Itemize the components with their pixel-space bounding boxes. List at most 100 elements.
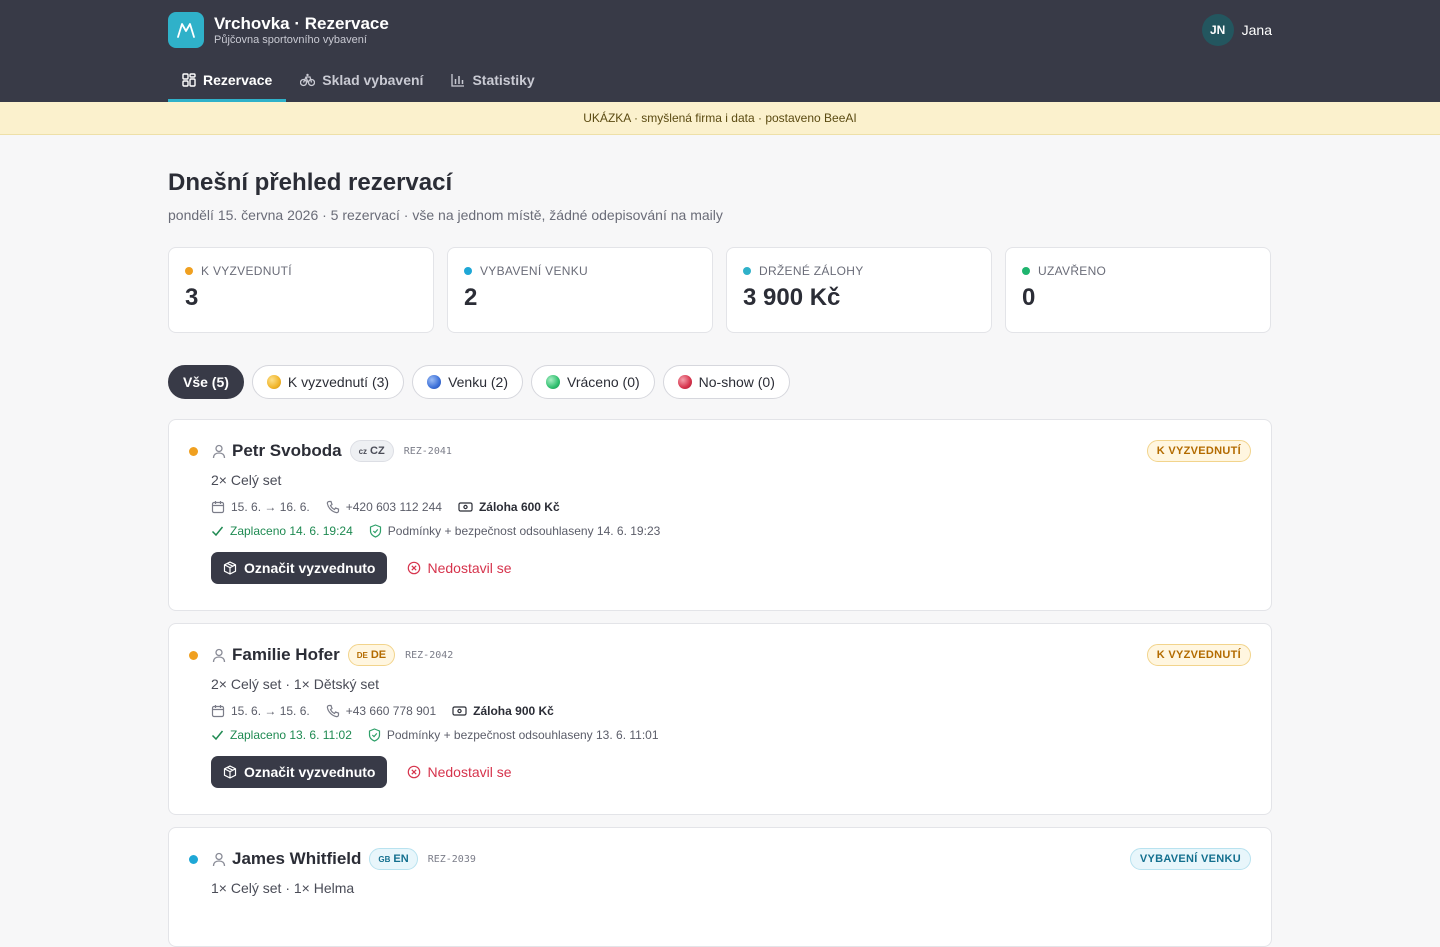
language-badge: GB EN xyxy=(369,848,418,870)
stat-card-drzene-zalohy: DRŽENÉ ZÁLOHY 3 900 Kč xyxy=(726,247,992,333)
language-badge: cz CZ xyxy=(349,440,394,462)
reserved-items: 1× Celý set · 1× Helma xyxy=(211,880,355,896)
stat-value: 0 xyxy=(1022,284,1036,311)
person-icon xyxy=(212,648,226,662)
reservation-card: Petr Svoboda cz CZ REZ-2041 K VYZVEDNUTÍ … xyxy=(168,419,1272,611)
filter-no-show[interactable]: No-show (0) xyxy=(662,365,790,399)
button-label: Nedostavil se xyxy=(427,764,512,780)
stat-value: 2 xyxy=(464,284,478,311)
terms-meta: Podmínky + bezpečnost odsouhlaseny 14. 6… xyxy=(369,524,660,538)
rental-dates: 15. 6. → 16. 6. xyxy=(231,500,310,514)
button-label: Označit vyzvednuto xyxy=(244,560,376,576)
status-badge: K VYZVEDNUTÍ xyxy=(1146,440,1251,462)
x-circle-icon xyxy=(408,765,421,779)
stat-label: DRŽENÉ ZÁLOHY xyxy=(759,264,864,278)
flag-icon: DE xyxy=(356,650,368,660)
brand[interactable]: Vrchovka · Rezervace Půjčovna sportovníh… xyxy=(168,12,389,48)
check-icon xyxy=(211,730,224,741)
filter-vraceno[interactable]: Vráceno (0) xyxy=(531,365,655,399)
reservation-id: REZ-2042 xyxy=(405,649,454,661)
stat-label: VYBAVENÍ VENKU xyxy=(480,264,589,278)
status-dot xyxy=(189,854,198,864)
tab-label: Rezervace xyxy=(203,71,273,88)
dashboard-icon xyxy=(182,72,196,87)
customer-name: James Whitfield xyxy=(232,849,362,868)
status-dot xyxy=(189,446,198,456)
card-actions: Označit vyzvednuto Nedostavil se xyxy=(169,552,1271,584)
rental-dates: 15. 6. → 15. 6. xyxy=(231,704,310,718)
tab-statistiky[interactable]: Statistiky xyxy=(437,60,548,102)
status-dot xyxy=(1022,267,1030,275)
terms-meta: Podmínky + bezpečnost odsouhlaseny 13. 6… xyxy=(368,728,659,742)
stat-card-uzavreno: UZAVŘENO 0 xyxy=(1005,247,1271,333)
dates-meta: 15. 6. → 16. 6. xyxy=(211,500,310,514)
filter-label: Venku (2) xyxy=(448,374,509,390)
status-dot xyxy=(189,650,198,660)
reservation-meta: 15. 6. → 16. 6. +420 603 112 244 Záloha … xyxy=(169,500,1271,514)
page-subtitle: pondělí 15. června 2026 · 5 rezervací · … xyxy=(168,207,723,223)
language-code: CZ xyxy=(370,445,385,457)
payment-status: Zaplaceno 13. 6. 11:02 xyxy=(230,728,352,742)
app-header: Vrchovka · Rezervace Půjčovna sportovníh… xyxy=(0,0,1440,102)
no-show-button[interactable]: Nedostavil se xyxy=(407,560,512,576)
reservation-confirmations: Zaplaceno 14. 6. 19:24 Podmínky + bezpeč… xyxy=(169,524,1271,538)
filter-k-vyzvednuti[interactable]: K vyzvednutí (3) xyxy=(251,365,405,399)
payment-meta: Zaplaceno 14. 6. 19:24 xyxy=(211,524,353,538)
payment-status: Zaplaceno 14. 6. 19:24 xyxy=(230,524,353,538)
phone-meta: +420 603 112 244 xyxy=(326,500,442,514)
mark-picked-up-button[interactable]: Označit vyzvednuto xyxy=(211,552,388,584)
check-icon xyxy=(211,526,224,537)
deposit-amount: Záloha 900 Kč xyxy=(473,704,554,718)
banknote-icon xyxy=(458,502,473,512)
tab-label: Statistiky xyxy=(472,71,535,88)
red-ball-icon xyxy=(677,375,692,389)
phone-meta: +43 660 778 901 xyxy=(326,704,436,718)
filter-all[interactable]: Vše (5) xyxy=(168,365,244,399)
phone-number: +43 660 778 901 xyxy=(345,704,437,718)
package-icon xyxy=(223,765,237,779)
main-nav: Rezervace Sklad vybavení Statistiky xyxy=(168,60,549,102)
filter-label: Vráceno (0) xyxy=(567,374,640,390)
yellow-ball-icon xyxy=(266,375,281,389)
customer-name: Petr Svoboda xyxy=(232,441,342,460)
app-subtitle: Půjčovna sportovního vybavení xyxy=(214,33,367,46)
card-actions: Označit vyzvednuto Nedostavil se xyxy=(169,756,1271,788)
reserved-items: 2× Celý set · 1× Dětský set xyxy=(211,676,380,692)
person-icon xyxy=(212,852,226,866)
payment-meta: Zaplaceno 13. 6. 11:02 xyxy=(211,728,352,742)
stat-label: UZAVŘENO xyxy=(1038,264,1107,278)
flag-icon: GB xyxy=(378,854,391,864)
stat-card-k-vyzvednuti: K VYZVEDNUTÍ 3 xyxy=(168,247,434,333)
green-ball-icon xyxy=(546,375,561,389)
mountain-logo-icon xyxy=(168,12,204,48)
tab-sklad-vybaveni[interactable]: Sklad vybavení xyxy=(286,60,437,102)
x-circle-icon xyxy=(408,561,421,575)
app-title: Vrchovka · Rezervace xyxy=(214,13,389,33)
mark-picked-up-button[interactable]: Označit vyzvednuto xyxy=(211,756,388,788)
language-code: EN xyxy=(393,853,409,865)
language-badge: DE DE xyxy=(347,644,396,666)
reserved-items: 2× Celý set xyxy=(211,472,282,488)
button-label: Označit vyzvednuto xyxy=(244,764,376,780)
status-dot xyxy=(743,267,751,275)
dates-meta: 15. 6. → 15. 6. xyxy=(211,704,310,718)
reservation-card: James Whitfield GB EN REZ-2039 VYBAVENÍ V… xyxy=(168,827,1272,947)
tab-label: Sklad vybavení xyxy=(322,71,424,88)
user-name: Jana xyxy=(1241,22,1272,38)
chart-icon xyxy=(451,73,465,87)
phone-icon xyxy=(326,500,339,514)
phone-icon xyxy=(326,704,339,718)
no-show-button[interactable]: Nedostavil se xyxy=(407,764,512,780)
flag-icon: cz xyxy=(358,446,368,456)
bike-icon xyxy=(300,73,316,86)
reservation-id: REZ-2041 xyxy=(403,445,452,457)
status-badge: VYBAVENÍ VENKU xyxy=(1129,848,1251,870)
blue-ball-icon xyxy=(427,375,442,389)
customer-name: Familie Hofer xyxy=(232,645,340,664)
tab-rezervace[interactable]: Rezervace xyxy=(168,60,287,102)
user-menu[interactable]: JN Jana xyxy=(1201,14,1272,46)
status-dot xyxy=(464,267,472,275)
filter-venku[interactable]: Venku (2) xyxy=(412,365,524,399)
shield-check-icon xyxy=(369,524,381,538)
stats-row: K VYZVEDNUTÍ 3 VYBAVENÍ VENKU 2 DRŽENÉ Z… xyxy=(168,247,1272,333)
